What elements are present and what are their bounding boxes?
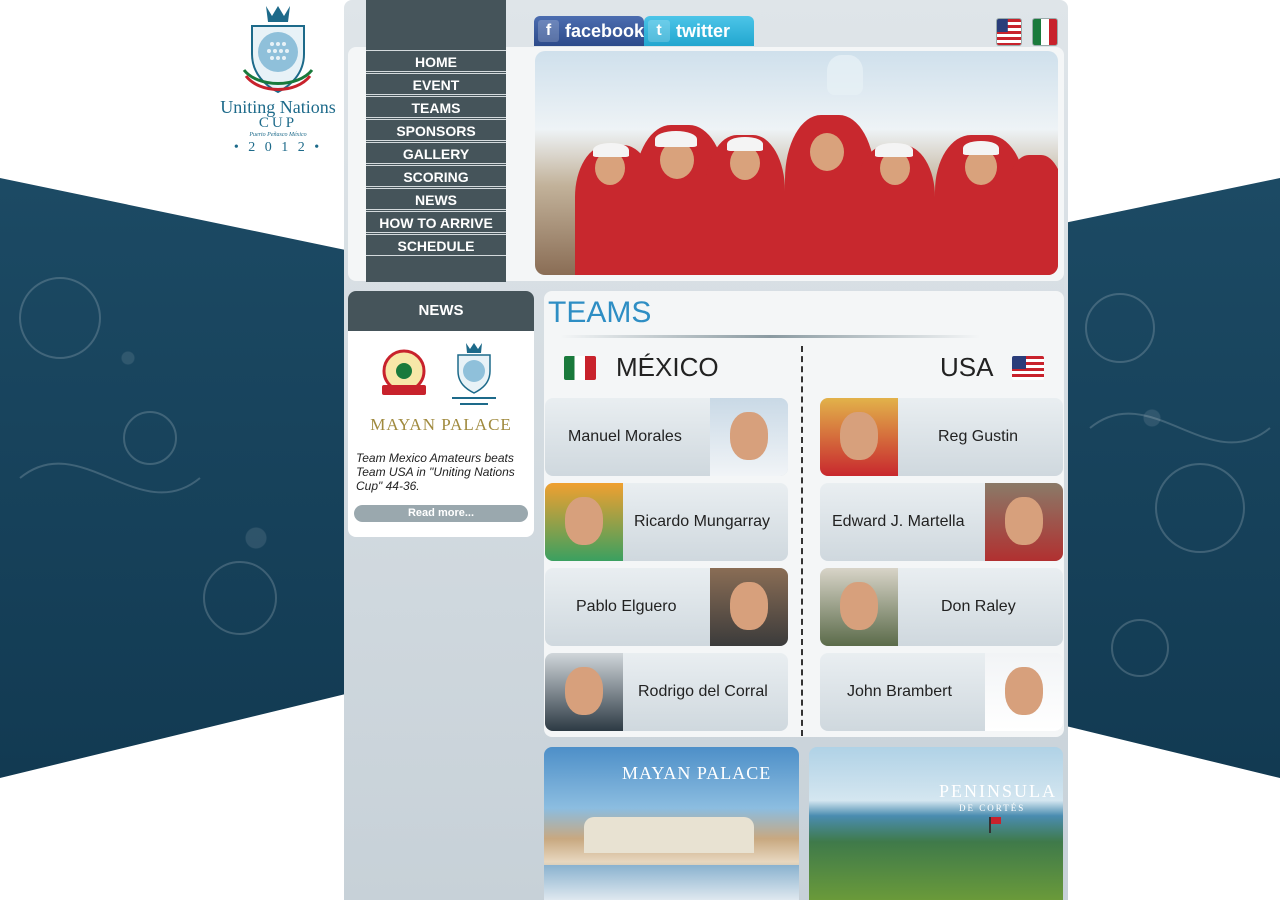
news-logos	[348, 331, 534, 409]
player-card-usa[interactable]: John Brambert	[820, 653, 1063, 731]
player-photo	[545, 653, 623, 731]
player-card-mexico[interactable]: Rodrigo del Corral	[545, 653, 788, 731]
player-card-mexico[interactable]: Pablo Elguero	[545, 568, 788, 646]
player-card-mexico[interactable]: Manuel Morales	[545, 398, 788, 476]
main-navigation: HOME EVENT TEAMS SPONSORS GALLERY SCORIN…	[366, 0, 506, 282]
player-face	[1005, 667, 1043, 715]
facebook-button[interactable]: f facebook	[534, 16, 644, 46]
peninsula-brand: PENINSULA	[939, 781, 1058, 801]
team-mexico-heading: MÉXICO	[616, 352, 719, 382]
logo-subtitle: CUP	[258, 115, 298, 131]
player-card-usa[interactable]: Reg Gustin	[820, 398, 1063, 476]
player-card-usa[interactable]: Edward J. Martella	[820, 483, 1063, 561]
news-text: Team Mexico Amateurs beats Team USA in "…	[356, 451, 515, 493]
player-name: Rodrigo del Corral	[638, 683, 768, 700]
player-face	[565, 497, 603, 545]
resort-pool	[544, 865, 799, 900]
news-box: NEWS MAYAN PALACE Team Mexico Amateurs b…	[348, 291, 534, 537]
player-name: Edward J. Martella	[832, 513, 965, 530]
nav-item-event[interactable]: EVENT	[366, 73, 506, 95]
news-title: NEWS	[348, 291, 534, 331]
mayan-palace-brand: MAYAN PALACE	[622, 763, 772, 783]
player-name: Manuel Morales	[568, 428, 682, 445]
site-logo[interactable]: Uniting Nations CUP Puerto Peñasco Méxic…	[214, 4, 342, 164]
golf-flag-cloth	[991, 817, 1001, 824]
twitter-label: twitter	[676, 20, 730, 41]
mexico-flag-icon[interactable]	[1032, 18, 1058, 46]
player-face	[730, 582, 768, 630]
player-photo	[710, 398, 788, 476]
title-divider	[560, 335, 980, 338]
team-divider	[801, 346, 803, 736]
player-face	[840, 412, 878, 460]
logo-location: Puerto Peñasco México	[249, 132, 307, 138]
twitter-button[interactable]: t twitter	[644, 16, 754, 46]
mexico-flag-icon	[564, 356, 596, 380]
twitter-icon: t	[648, 20, 670, 42]
golf-association-logo-icon	[382, 349, 426, 395]
player-card-usa[interactable]: Don Raley	[820, 568, 1063, 646]
resort-building	[584, 817, 754, 853]
player-face	[730, 412, 768, 460]
player-name: Pablo Elguero	[576, 598, 677, 615]
player-name: John Brambert	[847, 683, 952, 700]
player-photo	[710, 568, 788, 646]
peninsula-subbrand: DE CORTÉS	[959, 803, 1026, 813]
player-photo	[985, 653, 1063, 731]
logo-year: • 2 0 1 2 •	[233, 140, 323, 155]
facebook-icon: f	[538, 20, 559, 42]
player-face	[840, 582, 878, 630]
nav-item-gallery[interactable]: GALLERY	[366, 142, 506, 164]
nav-item-schedule[interactable]: SCHEDULE	[366, 234, 506, 256]
trophy-icon	[827, 55, 863, 95]
teams-title: TEAMS	[548, 296, 652, 329]
hero-figure	[1005, 155, 1058, 275]
facebook-label: facebook	[564, 20, 644, 41]
hero-cap	[593, 143, 629, 157]
player-photo	[985, 483, 1063, 561]
player-face	[1005, 497, 1043, 545]
peninsula-promo[interactable]: PENINSULA DE CORTÉS	[809, 747, 1063, 900]
hero-head	[810, 133, 844, 171]
player-photo	[820, 398, 898, 476]
team-usa-heading: USA	[940, 352, 994, 382]
news-sponsor-logo: MAYAN PALACE	[370, 415, 512, 434]
mayan-palace-promo[interactable]: MAYAN PALACE	[544, 747, 799, 900]
read-more-button[interactable]: Read more...	[354, 505, 528, 522]
logo-title: Uniting Nations	[220, 97, 336, 117]
crown-crest-icon	[242, 6, 314, 94]
nav-item-home[interactable]: HOME	[366, 50, 506, 72]
nav-item-news[interactable]: NEWS	[366, 188, 506, 210]
player-name: Reg Gustin	[938, 428, 1019, 445]
hero-cap	[655, 131, 697, 147]
uniting-nations-mini-logo-icon	[452, 343, 496, 405]
hero-head	[730, 146, 760, 180]
nav-item-sponsors[interactable]: SPONSORS	[366, 119, 506, 141]
hero-photo	[535, 51, 1058, 275]
us-flag-icon[interactable]	[996, 18, 1022, 46]
player-name: Ricardo Mungarray	[634, 513, 771, 530]
hero-cap	[727, 137, 763, 151]
player-photo	[820, 568, 898, 646]
nav-item-scoring[interactable]: SCORING	[366, 165, 506, 187]
nav-item-teams[interactable]: TEAMS	[366, 96, 506, 118]
player-photo	[545, 483, 623, 561]
hero-cap	[875, 143, 913, 157]
nav-list: HOME EVENT TEAMS SPONSORS GALLERY SCORIN…	[366, 49, 506, 256]
us-flag-icon	[1012, 356, 1044, 380]
nav-item-how-to-arrive[interactable]: HOW TO ARRIVE	[366, 211, 506, 233]
hero-cap	[963, 141, 999, 155]
player-face	[565, 667, 603, 715]
player-name: Don Raley	[941, 598, 1016, 615]
player-card-mexico[interactable]: Ricardo Mungarray	[545, 483, 788, 561]
